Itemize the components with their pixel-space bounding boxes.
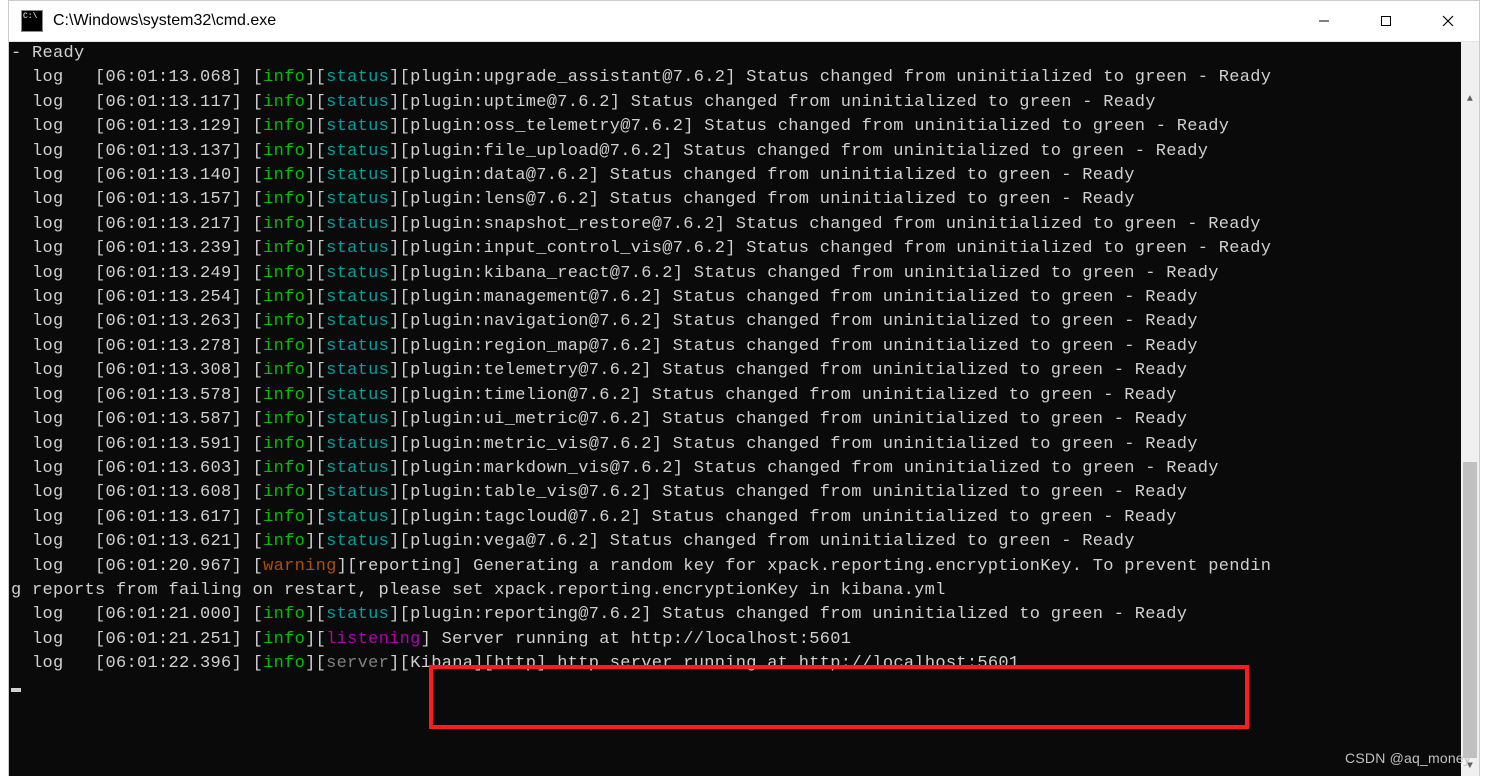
cursor-line — [11, 677, 1271, 701]
info-tag: info — [263, 166, 305, 185]
info-tag: info — [263, 508, 305, 527]
terminal-output[interactable]: - Ready log [06:01:13.068] [info][status… — [9, 42, 1479, 776]
log-line: log [06:01:13.278] [info][status][plugin… — [11, 335, 1271, 359]
info-tag: info — [263, 215, 305, 234]
minimize-button[interactable] — [1293, 1, 1355, 41]
info-tag: info — [263, 605, 305, 624]
window-buttons — [1293, 1, 1479, 41]
log-line: log [06:01:13.608] [info][status][plugin… — [11, 481, 1271, 505]
scroll-thumb[interactable] — [1463, 462, 1477, 758]
log-line: log [06:01:20.967] [warning][reporting] … — [11, 555, 1271, 579]
log-line: log [06:01:22.396] [info][server][Kibana… — [11, 652, 1271, 676]
info-tag: info — [263, 654, 305, 673]
log-line: log [06:01:13.217] [info][status][plugin… — [11, 213, 1271, 237]
log-line: log [06:01:13.308] [info][status][plugin… — [11, 359, 1271, 383]
info-tag: info — [263, 312, 305, 331]
log-line: log [06:01:13.137] [info][status][plugin… — [11, 140, 1271, 164]
log-line: log [06:01:13.140] [info][status][plugin… — [11, 164, 1271, 188]
scrollbar[interactable]: ▲ ▼ — [1461, 42, 1479, 776]
info-tag: info — [263, 361, 305, 380]
log-line: log [06:01:13.157] [info][status][plugin… — [11, 188, 1271, 212]
log-line: log [06:01:21.251] [info][listening] Ser… — [11, 628, 1271, 652]
info-tag: info — [263, 239, 305, 258]
info-tag: info — [263, 337, 305, 356]
scroll-up-arrow[interactable]: ▲ — [1461, 91, 1479, 109]
cmd-window: C:\Windows\system32\cmd.exe - Ready log … — [8, 0, 1480, 776]
info-tag: info — [263, 410, 305, 429]
warning-tag: warning — [263, 557, 337, 576]
info-tag: info — [263, 532, 305, 551]
log-line: log [06:01:21.000] [info][status][plugin… — [11, 603, 1271, 627]
log-line: log [06:01:13.263] [info][status][plugin… — [11, 310, 1271, 334]
info-tag: info — [263, 459, 305, 478]
log-line: log [06:01:13.239] [info][status][plugin… — [11, 237, 1271, 261]
info-tag: info — [263, 630, 305, 649]
info-tag: info — [263, 264, 305, 283]
log-line: log [06:01:13.068] [info][status][plugin… — [11, 66, 1271, 90]
close-button[interactable] — [1417, 1, 1479, 41]
log-line: log [06:01:13.587] [info][status][plugin… — [11, 408, 1271, 432]
info-tag: info — [263, 288, 305, 307]
log-line: log [06:01:13.254] [info][status][plugin… — [11, 286, 1271, 310]
log-line: g reports from failing on restart, pleas… — [11, 579, 1271, 603]
info-tag: info — [263, 435, 305, 454]
maximize-button[interactable] — [1355, 1, 1417, 41]
log-line: log [06:01:13.249] [info][status][plugin… — [11, 262, 1271, 286]
log-line: log [06:01:13.578] [info][status][plugin… — [11, 384, 1271, 408]
log-line: log [06:01:13.117] [info][status][plugin… — [11, 91, 1271, 115]
info-tag: info — [263, 93, 305, 112]
info-tag: info — [263, 117, 305, 136]
log-line: log [06:01:13.621] [info][status][plugin… — [11, 530, 1271, 554]
log-line: log [06:01:13.617] [info][status][plugin… — [11, 506, 1271, 530]
cursor — [11, 688, 21, 692]
log-line: log [06:01:13.129] [info][status][plugin… — [11, 115, 1271, 139]
background-strip — [0, 0, 8, 776]
info-tag: info — [263, 190, 305, 209]
info-tag: info — [263, 483, 305, 502]
window-title: C:\Windows\system32\cmd.exe — [53, 12, 1293, 30]
log-line: - Ready — [11, 42, 1271, 66]
titlebar[interactable]: C:\Windows\system32\cmd.exe — [9, 1, 1479, 42]
log-line: log [06:01:13.603] [info][status][plugin… — [11, 457, 1271, 481]
log-line: log [06:01:13.591] [info][status][plugin… — [11, 433, 1271, 457]
info-tag: info — [263, 386, 305, 405]
info-tag: info — [263, 142, 305, 161]
cmd-icon — [21, 10, 43, 32]
info-tag: info — [263, 68, 305, 87]
watermark: CSDN @aq_money — [1345, 746, 1471, 770]
